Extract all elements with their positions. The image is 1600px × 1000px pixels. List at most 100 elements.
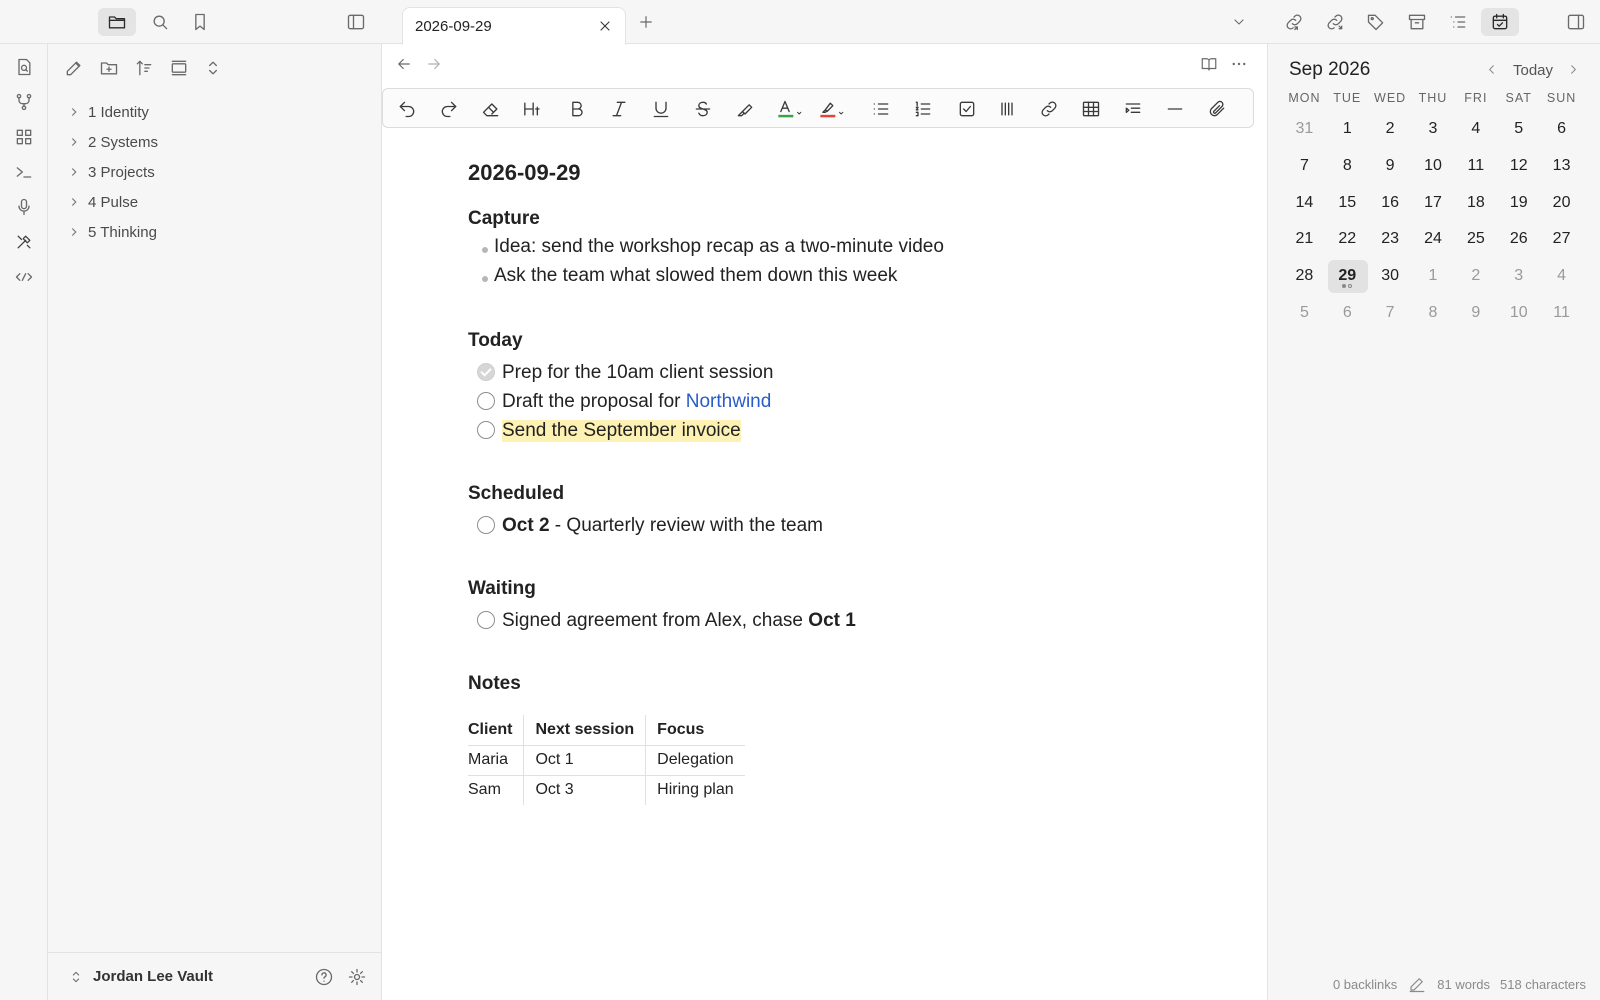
vault-name[interactable]: Jordan Lee Vault — [93, 968, 213, 985]
calendar-day[interactable]: 4 — [1454, 111, 1497, 148]
bold-icon[interactable] — [565, 97, 589, 121]
calendar-day[interactable]: 9 — [1369, 148, 1412, 185]
table-cell[interactable]: Delegation — [645, 744, 745, 776]
eraser-icon[interactable] — [479, 97, 503, 121]
tools-icon[interactable] — [12, 230, 36, 254]
table-cell[interactable]: Oct 3 — [523, 774, 647, 805]
calendar-day[interactable]: 27 — [1540, 221, 1583, 258]
internal-link-northwind[interactable]: Northwind — [686, 391, 772, 412]
calendar-next-month-icon[interactable] — [1562, 58, 1584, 80]
heading-icon[interactable] — [519, 97, 549, 121]
calendar-day[interactable]: 26 — [1497, 221, 1540, 258]
text-color-icon[interactable] — [773, 97, 807, 121]
calendar-tab-icon[interactable] — [1481, 8, 1519, 36]
tab-active-note[interactable]: 2026-09-29 — [402, 7, 626, 45]
calendar-day[interactable]: 3 — [1412, 111, 1455, 148]
table-icon[interactable] — [1079, 97, 1103, 121]
calendar-day[interactable]: 2 — [1369, 111, 1412, 148]
redo-icon[interactable] — [437, 97, 461, 121]
calendar-day[interactable]: 1 — [1326, 111, 1369, 148]
task-checkbox[interactable] — [477, 421, 495, 439]
calendar-day[interactable]: 23 — [1369, 221, 1412, 258]
calendar-day[interactable]: 8 — [1412, 294, 1455, 331]
backlinks-icon[interactable] — [1282, 10, 1306, 34]
task-checkbox-checked[interactable] — [477, 363, 495, 381]
calendar-day[interactable]: 10 — [1412, 148, 1455, 185]
task-checkbox[interactable] — [477, 516, 495, 534]
calendar-day[interactable]: 17 — [1412, 184, 1455, 221]
new-folder-icon[interactable] — [97, 56, 121, 80]
calendar-prev-month-icon[interactable] — [1480, 58, 1502, 80]
calendar-day[interactable]: 16 — [1369, 184, 1412, 221]
table-cell[interactable]: Maria — [468, 744, 525, 776]
open-quick-switcher-icon[interactable] — [12, 55, 36, 79]
italic-icon[interactable] — [607, 97, 631, 121]
note-content[interactable]: 2026-09-29 Capture Idea: send the worksh… — [468, 160, 1228, 805]
background-color-icon[interactable] — [815, 97, 849, 121]
calendar-day[interactable]: 4 — [1540, 258, 1583, 295]
new-note-icon[interactable] — [62, 56, 86, 80]
calendar-day[interactable]: 11 — [1454, 148, 1497, 185]
table-header-cell[interactable]: Focus — [645, 715, 745, 746]
calendar-day[interactable]: 7 — [1283, 148, 1326, 185]
calendar-day[interactable]: 1 — [1412, 258, 1455, 295]
calendar-day[interactable]: 19 — [1497, 184, 1540, 221]
graph-view-icon[interactable] — [12, 90, 36, 114]
sort-order-icon[interactable] — [132, 56, 156, 80]
calendar-day[interactable]: 6 — [1326, 294, 1369, 331]
archive-icon[interactable] — [1405, 10, 1429, 34]
table-header-cell[interactable]: Client — [468, 715, 525, 746]
calendar-day[interactable]: 15 — [1326, 184, 1369, 221]
templater-icon[interactable] — [12, 265, 36, 289]
strikethrough-icon[interactable] — [691, 97, 715, 121]
bullet-list-icon[interactable] — [869, 97, 893, 121]
outgoing-links-icon[interactable] — [1323, 10, 1347, 34]
folder-item[interactable]: 2 Systems — [64, 127, 364, 157]
link-icon[interactable] — [1037, 97, 1061, 121]
folder-item[interactable]: 1 Identity — [64, 97, 364, 127]
task-checkbox[interactable] — [477, 392, 495, 410]
note-title[interactable]: 2026-09-29 — [468, 160, 1228, 196]
chevron-right-icon[interactable] — [64, 162, 84, 182]
highlighter-icon[interactable] — [733, 97, 757, 121]
folder-item[interactable]: 5 Thinking — [64, 217, 364, 247]
table-cell[interactable]: Hiring plan — [645, 774, 745, 805]
calendar-day[interactable]: 31 — [1283, 111, 1326, 148]
edit-mode-pencil-icon[interactable] — [1407, 974, 1427, 994]
calendar-day[interactable]: 11 — [1540, 294, 1583, 331]
auto-reveal-file-icon[interactable] — [167, 56, 191, 80]
calendar-day[interactable]: 28 — [1283, 258, 1326, 295]
outline-list-icon[interactable] — [1446, 10, 1470, 34]
calendar-day[interactable]: 30 — [1369, 258, 1412, 295]
folder-item[interactable]: 4 Pulse — [64, 187, 364, 217]
calendar-day[interactable]: 12 — [1497, 148, 1540, 185]
notes-table[interactable]: Client Next session Focus Maria Oct 1 De… — [468, 715, 745, 805]
collapse-left-sidebar-icon[interactable] — [344, 10, 368, 34]
files-tab-folder-icon[interactable] — [98, 8, 136, 36]
numbered-list-icon[interactable] — [911, 97, 935, 121]
chevron-right-icon[interactable] — [64, 222, 84, 242]
chevron-right-icon[interactable] — [64, 132, 84, 152]
horizontal-rule-icon[interactable] — [1163, 97, 1187, 121]
calendar-day[interactable]: 9 — [1454, 294, 1497, 331]
reading-view-book-icon[interactable] — [1197, 52, 1221, 76]
calendar-today-button[interactable]: Today — [1513, 62, 1553, 79]
undo-icon[interactable] — [395, 97, 419, 121]
table-header-cell[interactable]: Next session — [523, 715, 647, 746]
calendar-day[interactable]: 5 — [1497, 111, 1540, 148]
task-checkbox[interactable] — [477, 611, 495, 629]
search-tab-icon[interactable] — [148, 10, 172, 34]
tab-list-chevron-down-icon[interactable] — [1227, 10, 1251, 34]
expand-all-icon[interactable] — [201, 56, 225, 80]
chevron-right-icon[interactable] — [64, 192, 84, 212]
calendar-day[interactable]: 10 — [1497, 294, 1540, 331]
calendar-day[interactable]: 13 — [1540, 148, 1583, 185]
terminal-icon[interactable] — [12, 160, 36, 184]
table-cell[interactable]: Sam — [468, 774, 525, 805]
help-icon[interactable] — [312, 965, 336, 989]
attachment-paperclip-icon[interactable] — [1205, 97, 1229, 121]
bookmarks-tab-icon[interactable] — [188, 10, 212, 34]
calendar-day[interactable]: 6 — [1540, 111, 1583, 148]
new-tab-plus-icon[interactable] — [634, 10, 658, 34]
close-tab-icon[interactable] — [593, 14, 617, 38]
